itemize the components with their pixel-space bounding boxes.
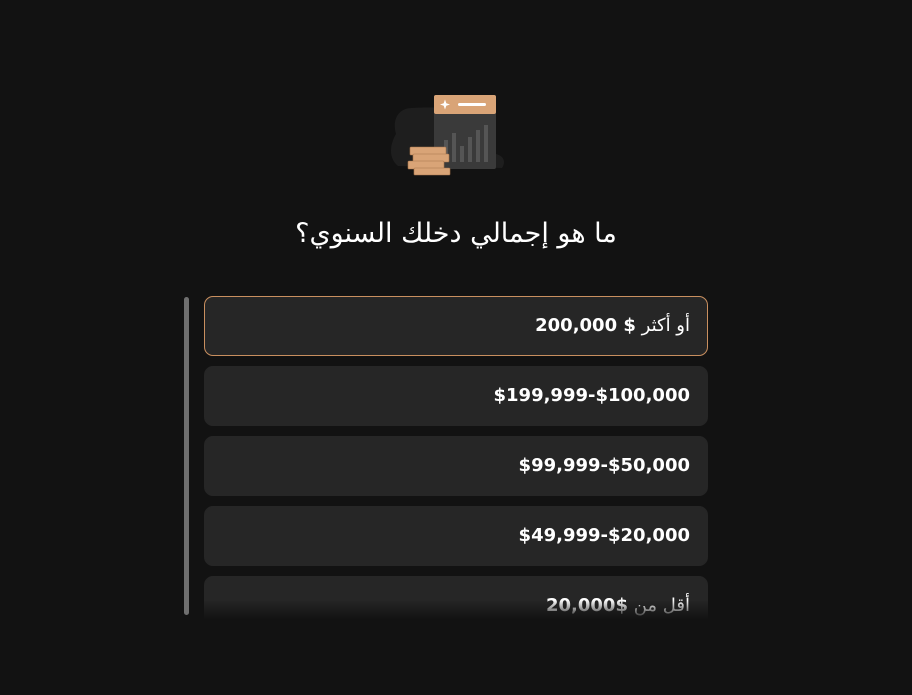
income-chart-icon [391, 95, 504, 176]
option-amount: $20,000 [545, 595, 628, 616]
option-amount: $199,999-$100,000 [493, 385, 691, 406]
option-amount: $49,999-$20,000 [518, 525, 690, 546]
option-20000-49999[interactable]: $49,999-$20,000 [204, 506, 708, 566]
option-suffix: أو أكثر [635, 315, 690, 336]
option-amount: 200,000 $ [535, 315, 636, 336]
option-amount: $99,999-$50,000 [518, 455, 690, 476]
scrollbar[interactable] [184, 297, 189, 615]
option-200000-or-more[interactable]: 200,000 $ أو أكثر [204, 296, 708, 356]
option-less-than-20000[interactable]: أقل من $20,000 [204, 576, 708, 620]
options-list: 200,000 $ أو أكثر $199,999-$100,000 $99,… [204, 296, 708, 620]
option-50000-99999[interactable]: $99,999-$50,000 [204, 436, 708, 496]
income-question-screen: ما هو إجمالي دخلك السنوي؟ 200,000 $ أو أ… [0, 0, 912, 695]
option-100000-199999[interactable]: $199,999-$100,000 [204, 366, 708, 426]
coin-stack-icon [407, 146, 451, 176]
option-prefix: أقل من [627, 595, 690, 616]
question-title: ما هو إجمالي دخلك السنوي؟ [295, 218, 617, 249]
